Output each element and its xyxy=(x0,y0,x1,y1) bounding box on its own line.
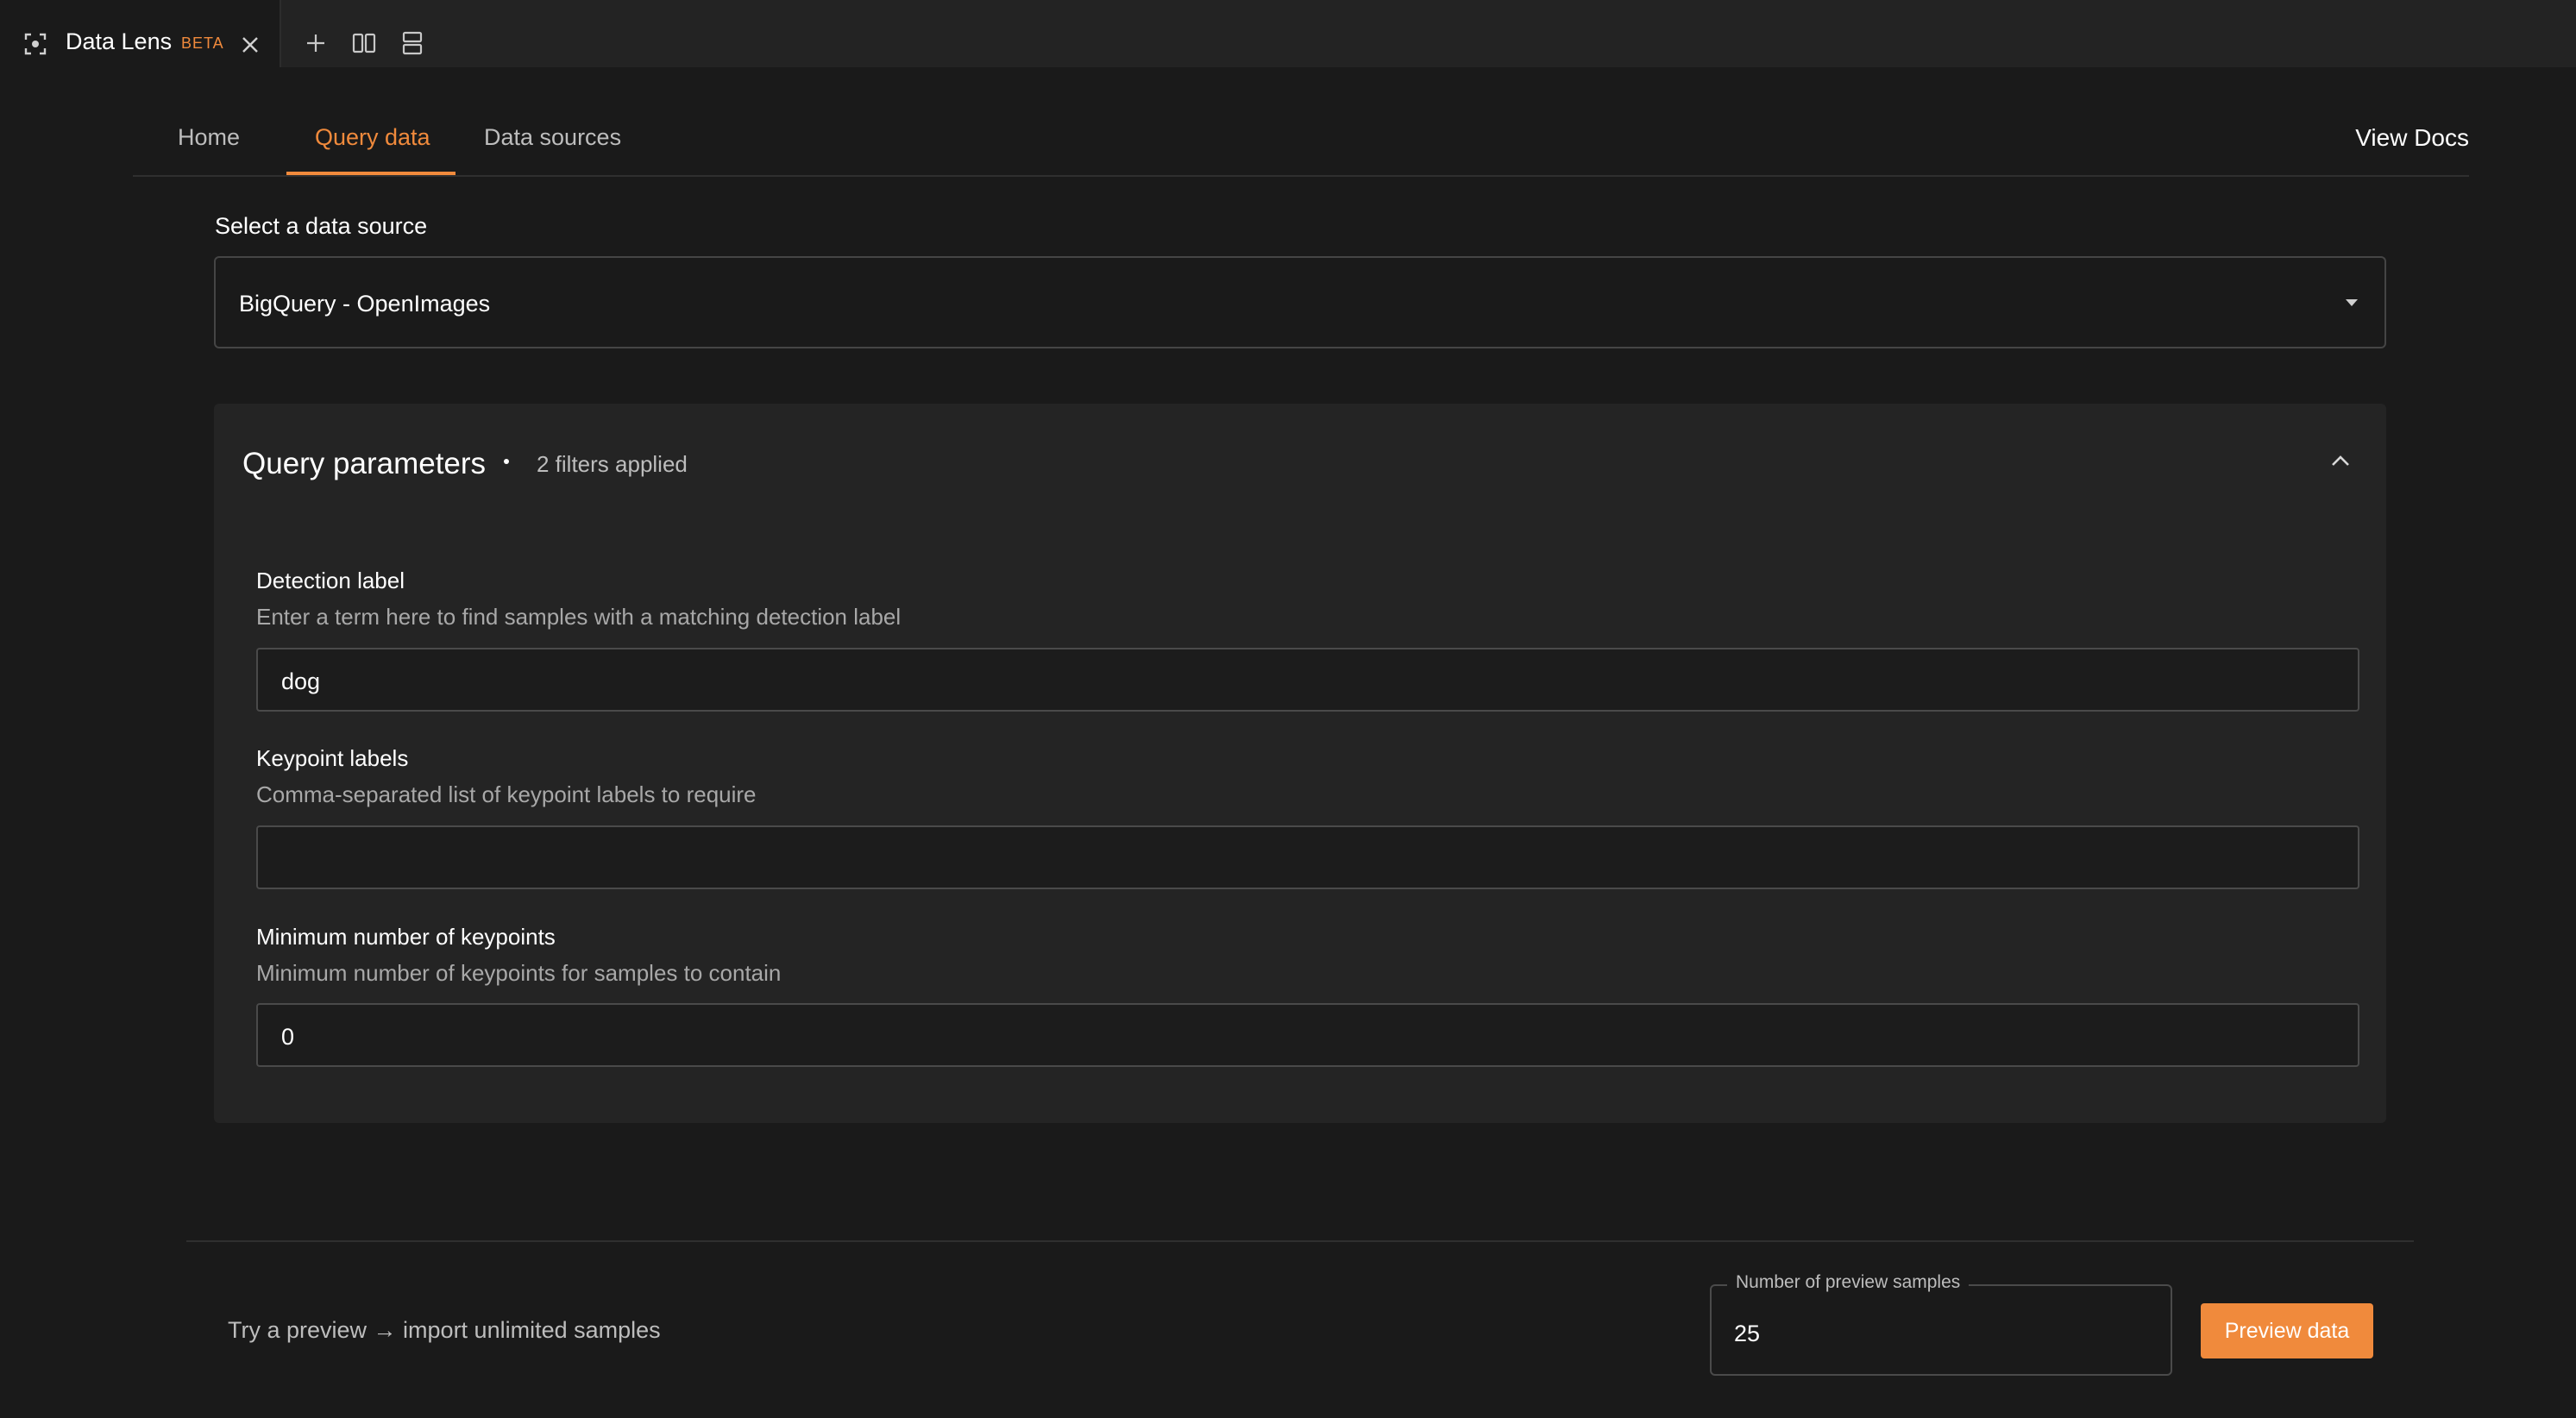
data-source-value: BigQuery - OpenImages xyxy=(239,291,491,317)
plus-icon[interactable] xyxy=(304,31,328,55)
preview-data-button[interactable]: Preview data xyxy=(2201,1303,2373,1358)
separator-dot xyxy=(504,459,509,464)
scan-icon xyxy=(24,33,47,55)
detection-label-title: Detection label xyxy=(256,568,405,593)
window-tab-bar: Data Lens BETA xyxy=(0,0,2576,67)
footer-divider xyxy=(186,1240,2414,1242)
query-parameters-panel: Query parameters 2 filters applied Detec… xyxy=(214,404,2386,1123)
tab-query-data[interactable]: Query data xyxy=(315,124,430,151)
preview-samples-input[interactable]: Number of preview samples 25 xyxy=(1710,1272,2172,1376)
min-keypoints-help: Minimum number of keypoints for samples … xyxy=(256,960,782,986)
preview-note: Try a preview → import unlimited samples xyxy=(228,1317,661,1343)
split-vertical-icon[interactable] xyxy=(352,31,376,55)
min-keypoints-title: Minimum number of keypoints xyxy=(256,924,556,950)
detection-label-input[interactable]: dog xyxy=(256,648,2359,712)
beta-badge: BETA xyxy=(181,35,224,52)
keypoint-labels-help: Comma-separated list of keypoint labels … xyxy=(256,781,757,807)
active-tab-indicator xyxy=(286,172,456,175)
preview-samples-value: 25 xyxy=(1734,1321,1761,1346)
view-docs-link[interactable]: View Docs xyxy=(2355,124,2469,152)
panel-title: Query parameters xyxy=(242,447,487,480)
data-source-label: Select a data source xyxy=(215,213,428,239)
keypoint-labels-title: Keypoint labels xyxy=(256,745,409,771)
detection-label-value: dog xyxy=(281,668,321,694)
min-keypoints-value: 0 xyxy=(281,1024,295,1050)
filters-applied-count: 2 filters applied xyxy=(537,451,688,477)
preview-samples-label: Number of preview samples xyxy=(1727,1272,1970,1293)
tab-title: Data Lens xyxy=(66,28,173,54)
close-icon[interactable] xyxy=(240,35,261,55)
tab-data-lens[interactable]: Data Lens BETA xyxy=(0,0,281,67)
detection-label-help: Enter a term here to find samples with a… xyxy=(256,604,902,630)
min-keypoints-input[interactable]: 0 xyxy=(256,1003,2359,1067)
chevron-down-icon xyxy=(2346,299,2358,306)
data-source-select[interactable]: BigQuery - OpenImages xyxy=(214,256,2386,348)
keypoint-labels-input[interactable] xyxy=(256,825,2359,889)
tab-data-sources[interactable]: Data sources xyxy=(484,124,621,151)
main-nav: Home Query data Data sources View Docs xyxy=(133,67,2469,177)
tab-home[interactable]: Home xyxy=(178,124,240,151)
chevron-up-icon[interactable] xyxy=(2329,452,2352,469)
split-horizontal-icon[interactable] xyxy=(400,31,424,55)
